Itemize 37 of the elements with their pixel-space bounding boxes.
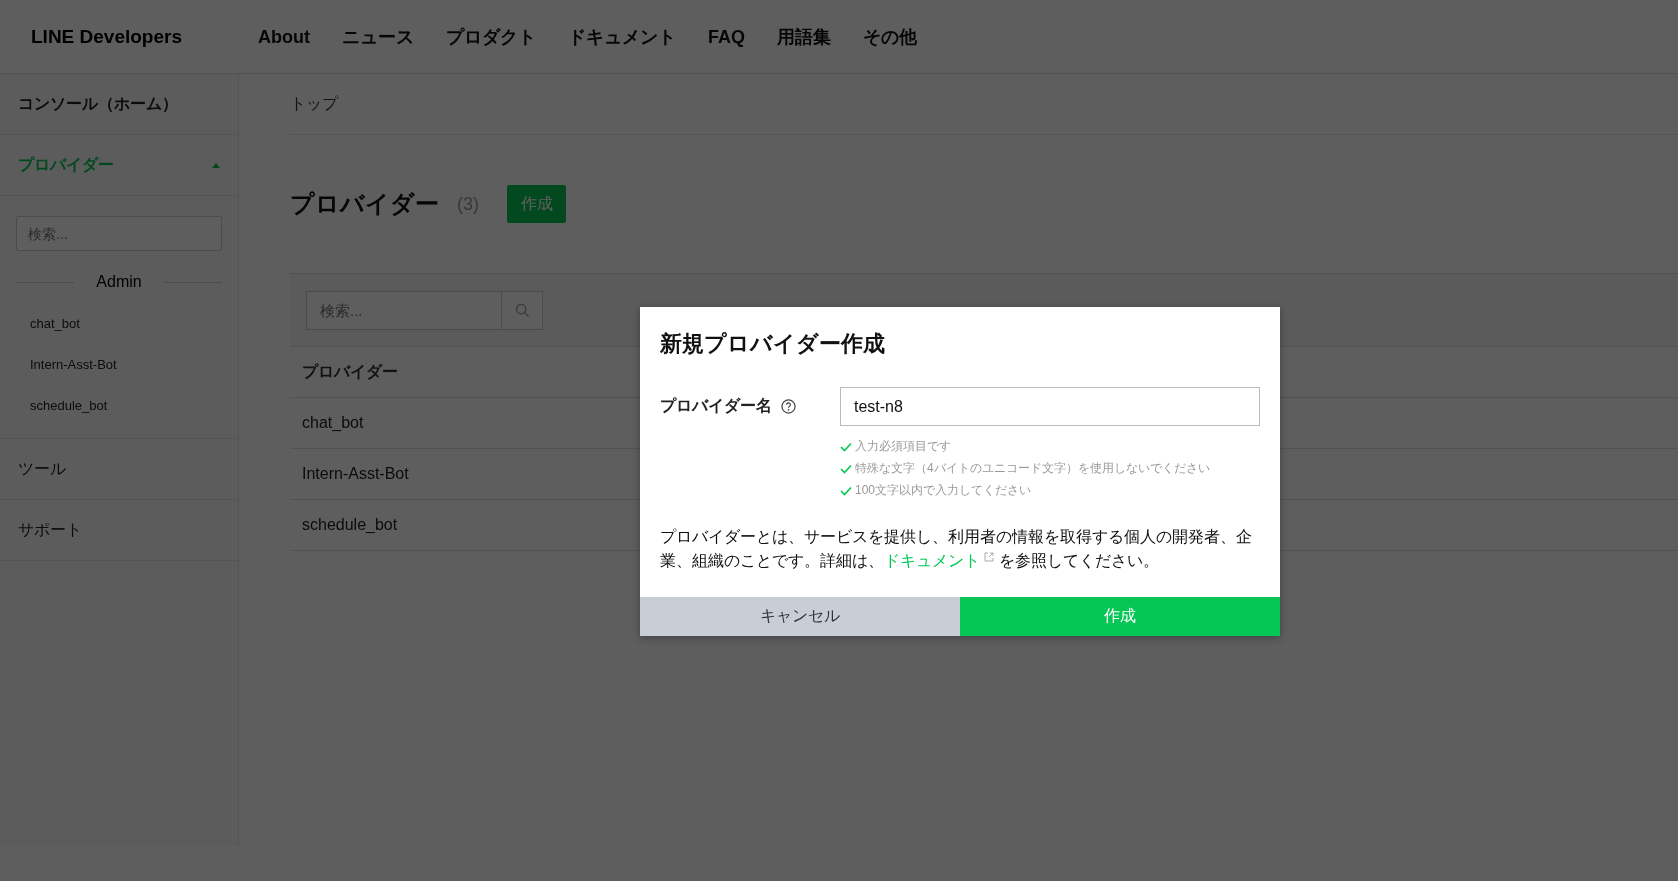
nav-link[interactable]: ドキュメント — [568, 25, 676, 48]
provider-link[interactable]: chat_bot — [16, 303, 222, 344]
sidebar-item[interactable]: コンソール（ホーム） — [0, 74, 238, 135]
sidebar-item[interactable]: プロバイダー — [0, 135, 238, 196]
nav-link[interactable]: その他 — [863, 25, 917, 48]
validation-hint: 100文字以内で入力してください — [855, 482, 1032, 499]
help-icon[interactable] — [781, 399, 796, 414]
external-link-icon — [984, 552, 995, 562]
column-header: プロバイダー — [302, 361, 398, 382]
search-icon — [514, 302, 530, 318]
provider-link[interactable]: Intern-Asst-Bot — [16, 344, 222, 385]
group-label: Admin — [96, 273, 142, 291]
breadcrumb[interactable]: トップ — [290, 93, 338, 115]
caret-icon — [212, 162, 220, 168]
nav-link[interactable]: 用語集 — [777, 25, 831, 48]
provider-link[interactable]: schedule_bot — [16, 385, 222, 426]
create-button[interactable]: 作成 — [507, 185, 566, 223]
table-cell[interactable]: schedule_bot — [302, 516, 398, 534]
table-cell[interactable]: chat_bot — [302, 414, 364, 432]
nav-link[interactable]: ニュース — [342, 25, 414, 48]
provider-name-field[interactable]: test-n8 — [840, 387, 1260, 426]
field-label: プロバイダー名 — [660, 396, 772, 416]
nav-link[interactable]: About — [258, 25, 310, 48]
logo[interactable]: LINE Developers — [31, 25, 258, 48]
sidebar-item[interactable]: ツール — [0, 439, 238, 500]
submit-button[interactable]: 作成 — [960, 597, 1280, 636]
sidebar-item[interactable]: サポート — [0, 500, 238, 561]
dialog-title: 新規プロバイダー作成 — [660, 330, 886, 358]
nav-link[interactable]: FAQ — [708, 25, 745, 48]
validation-hint: 入力必須項目です — [855, 438, 951, 455]
page-title: プロバイダー — [290, 189, 439, 219]
description-text: プロバイダーとは、サービスを提供し、利用者の情報を取得する個人の開発者、企業、組織のことです。詳細は、ドキュメント を参照してください。 — [660, 527, 1253, 571]
validation-hint: 特殊な文字（4バイトのユニコード文字）を使用しないでください — [855, 460, 1210, 477]
document-link[interactable]: ドキュメント — [884, 552, 995, 569]
table-cell[interactable]: Intern-Asst-Bot — [302, 465, 409, 483]
nav-link[interactable]: プロダクト — [446, 25, 536, 48]
cancel-button[interactable]: キャンセル — [640, 597, 960, 636]
